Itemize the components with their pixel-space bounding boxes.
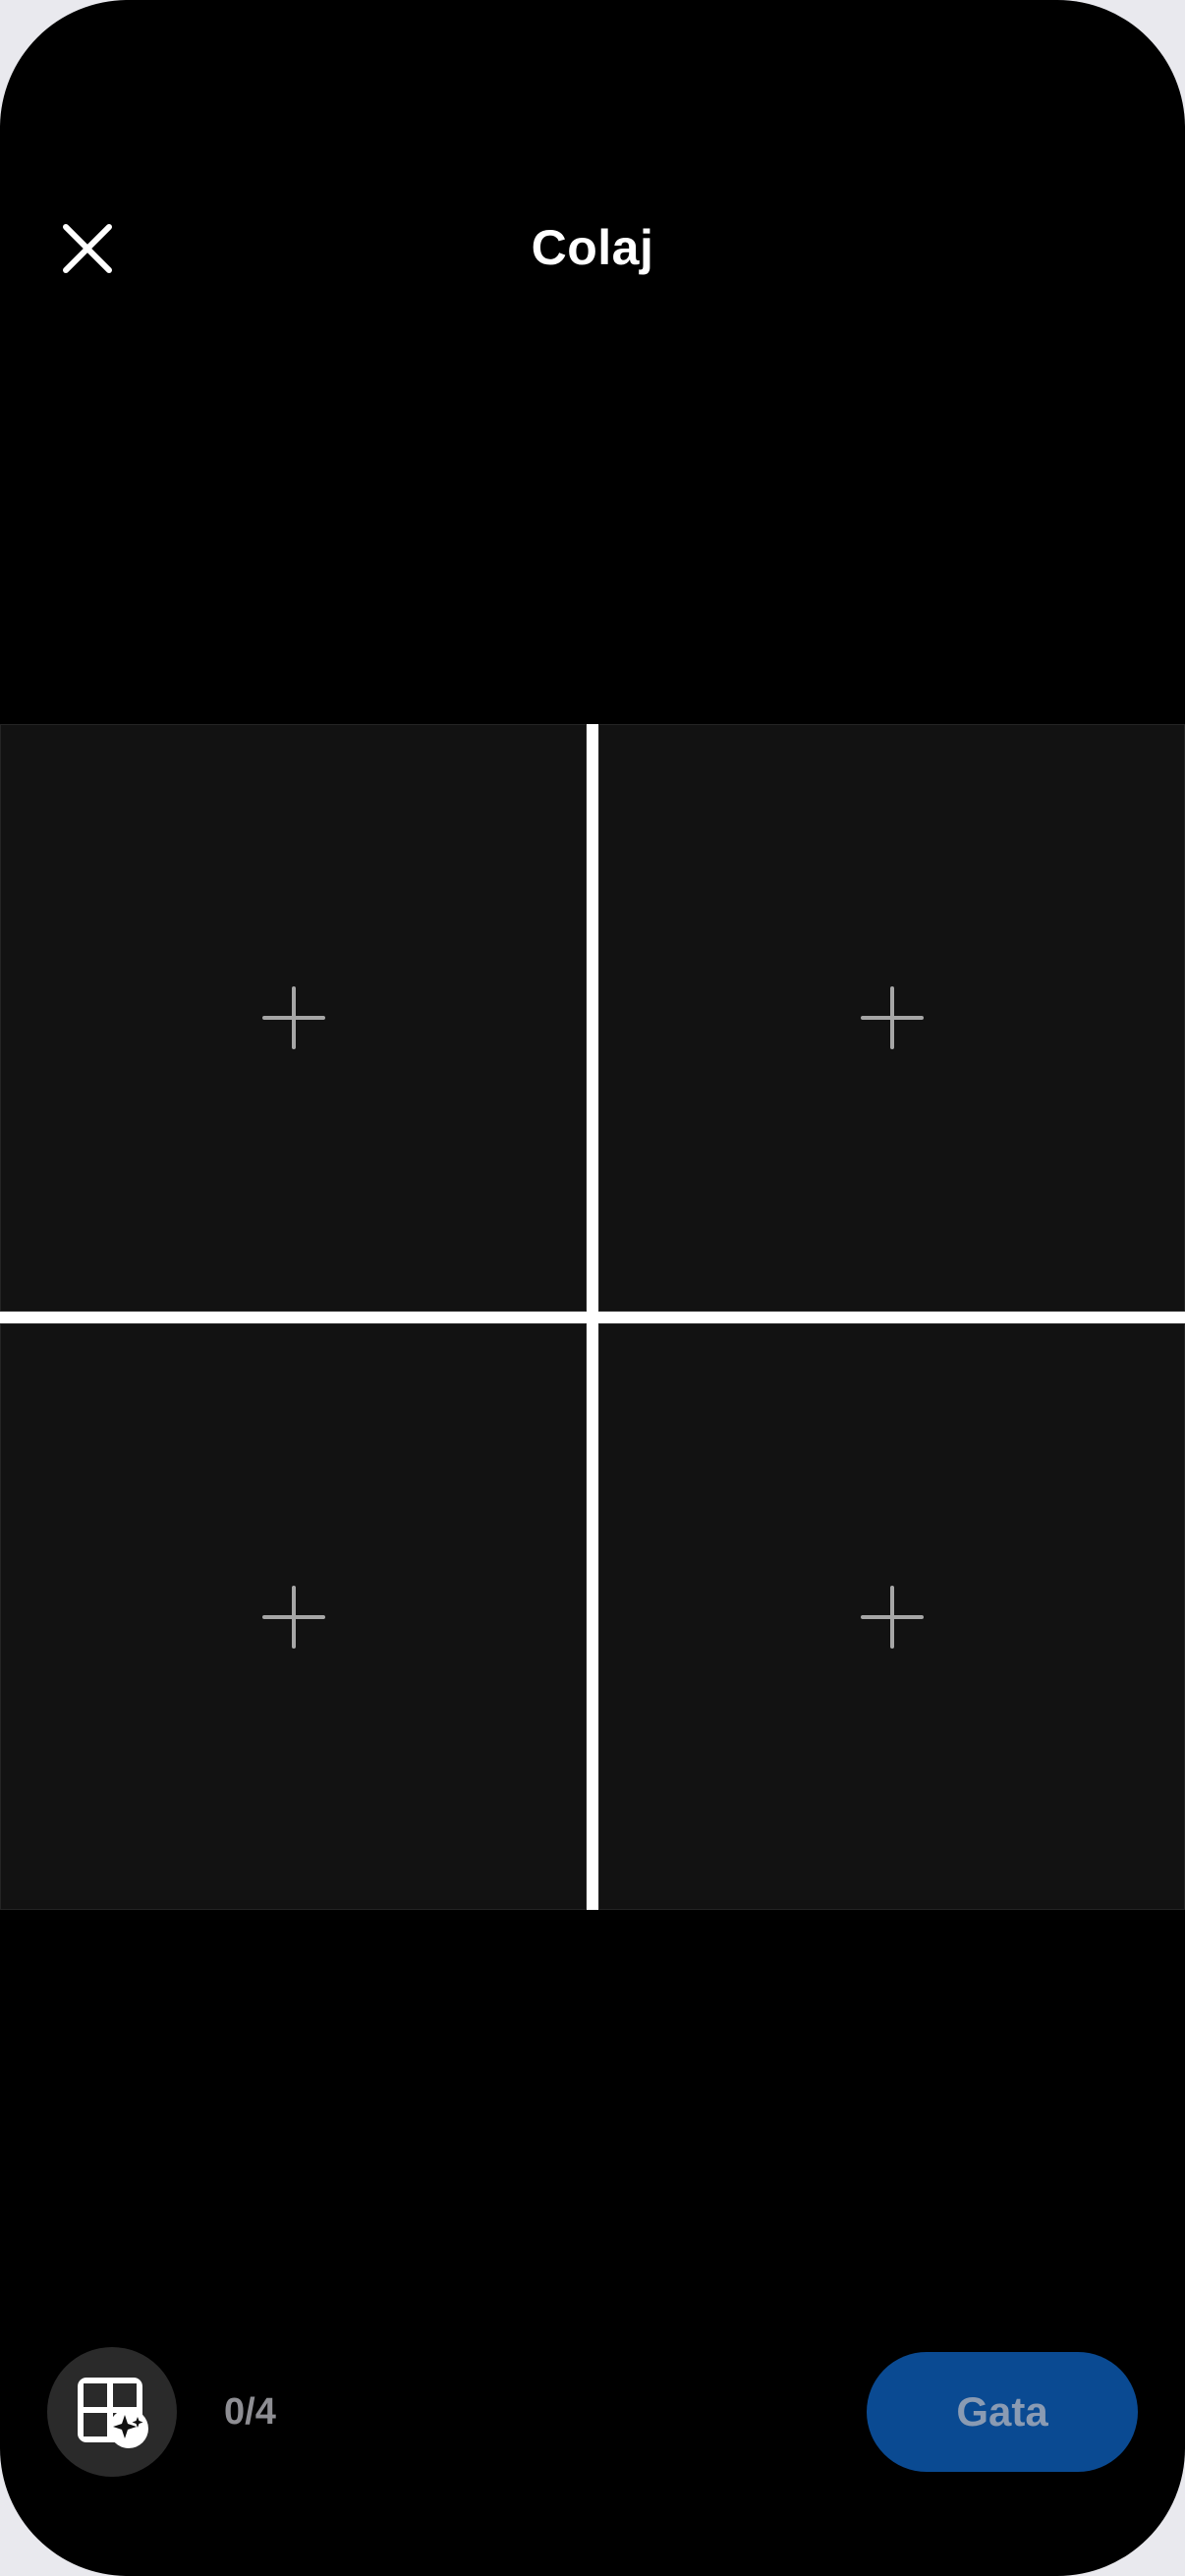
collage-slot-bottom-left[interactable]	[0, 1323, 587, 1910]
plus-icon	[860, 986, 924, 1049]
layout-picker-button[interactable]	[47, 2347, 177, 2477]
selection-counter: 0/4	[224, 2391, 276, 2433]
collage-screen: Colaj 0/4 Gata	[0, 0, 1185, 2576]
plus-icon	[261, 1585, 325, 1649]
collage-slot-top-left[interactable]	[0, 724, 587, 1312]
page-title: Colaj	[531, 220, 654, 275]
plus-icon	[860, 1585, 924, 1649]
collage-slot-top-right[interactable]	[598, 724, 1185, 1312]
collage-grid	[0, 724, 1185, 1910]
collage-slot-bottom-right[interactable]	[598, 1323, 1185, 1910]
grid-sparkle-icon	[78, 2378, 148, 2448]
done-button[interactable]: Gata	[867, 2352, 1138, 2472]
plus-icon	[261, 986, 325, 1049]
